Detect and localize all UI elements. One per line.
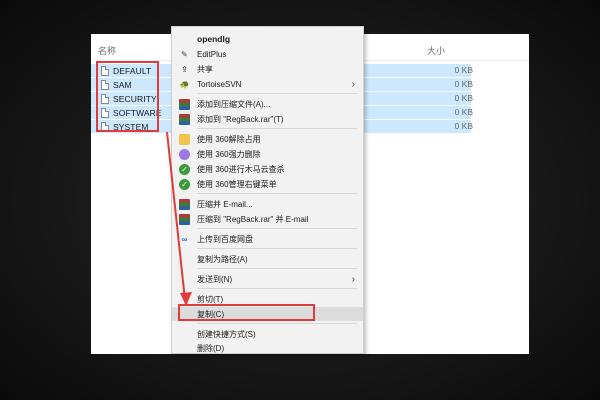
annotation-box-files [96,61,159,132]
menu-item-label: EditPlus [197,49,227,59]
menu-separator [197,193,357,194]
menu-item-compress-regback-email[interactable]: 压缩到 "RegBack.rar" 并 E-mail [172,212,363,226]
column-header-size[interactable]: 大小 [427,44,445,57]
menu-separator [197,268,357,269]
winrar-icon [179,113,190,125]
chevron-right-icon: › [351,78,355,90]
blank-icon [179,34,190,45]
menu-item-editplus[interactable]: ✎ EditPlus [172,47,363,61]
menu-item-label: opendlg [197,34,231,44]
menu-item-create-shortcut[interactable]: 创建快捷方式(S) [172,327,363,341]
menu-item-label: 使用 360进行木马云查杀 [197,164,285,174]
menu-item-360-menu[interactable]: ✓ 使用 360管理右键菜单 [172,177,363,191]
menu-item-compress-email[interactable]: 压缩并 E-mail... [172,197,363,211]
editplus-icon: ✎ [181,49,188,59]
menu-item-label: 添加到 "RegBack.rar"(T) [197,114,284,124]
winrar-icon [179,98,190,110]
menu-item-label: TortoiseSVN [197,79,242,89]
file-size: 0 KB [454,107,473,117]
menu-item-delete[interactable]: 删除(D) [172,341,363,355]
svn-icon: 🐢 [179,79,190,89]
menu-item-add-archive[interactable]: 添加到压缩文件(A)... [172,97,363,111]
menu-item-copy-as-path[interactable]: 复制为路径(A) [172,252,363,266]
annotation-box-copy [178,304,315,321]
360-scan-icon: ✓ [179,163,190,175]
360-unlock-icon [179,133,190,145]
menu-separator [197,93,357,94]
chevron-right-icon: › [351,273,355,285]
menu-separator [197,248,357,249]
menu-item-label: 上传到百度网盘 [197,234,253,244]
menu-item-360-delete[interactable]: 使用 360强力删除 [172,147,363,161]
blank-icon [179,274,190,285]
menu-separator [197,228,357,229]
file-size: 0 KB [454,65,473,75]
winrar-icon [179,198,190,210]
share-icon: ⇪ [181,64,188,74]
menu-item-label: 使用 360强力删除 [197,149,261,159]
menu-item-label: 复制为路径(A) [197,254,248,264]
winrar-icon [179,213,190,225]
file-size: 0 KB [454,93,473,103]
menu-item-label: 压缩并 E-mail... [197,199,253,209]
menu-item-label: 压缩到 "RegBack.rar" 并 E-mail [197,214,309,224]
blank-icon [179,294,190,305]
menu-item-label: 删除(D) [197,343,225,353]
file-size: 0 KB [454,121,473,131]
menu-item-add-regback[interactable]: 添加到 "RegBack.rar"(T) [172,112,363,126]
file-size: 0 KB [454,79,473,89]
menu-item-label: 创建快捷方式(S) [197,329,256,339]
menu-separator [197,323,357,324]
menu-item-tortoisesvn[interactable]: 🐢 TortoiseSVN › [172,77,363,91]
blank-icon [179,343,190,354]
baidu-cloud-icon: ∞ [181,234,188,244]
menu-item-opendlg[interactable]: opendlg [172,32,363,46]
menu-item-label: 发送到(N) [197,274,233,284]
menu-item-360-unlock[interactable]: 使用 360解除占用 [172,132,363,146]
blank-icon [179,254,190,265]
column-header-name[interactable]: 名称 [98,44,116,57]
menu-item-label: 共享 [197,64,213,74]
menu-item-label: 添加到压缩文件(A)... [197,99,271,109]
menu-item-baidu-upload[interactable]: ∞ 上传到百度网盘 [172,232,363,246]
menu-separator [197,288,357,289]
menu-item-label: 剪切(T) [197,294,224,304]
menu-item-share[interactable]: ⇪ 共享 [172,62,363,76]
menu-item-send-to[interactable]: 发送到(N) › [172,272,363,286]
360-menu-icon: ✓ [179,178,190,190]
360-delete-icon [179,148,190,160]
blank-icon [179,329,190,340]
menu-item-label: 使用 360管理右键菜单 [197,179,277,189]
menu-item-360-scan[interactable]: ✓ 使用 360进行木马云查杀 [172,162,363,176]
menu-item-label: 使用 360解除占用 [197,134,261,144]
menu-separator [197,128,357,129]
